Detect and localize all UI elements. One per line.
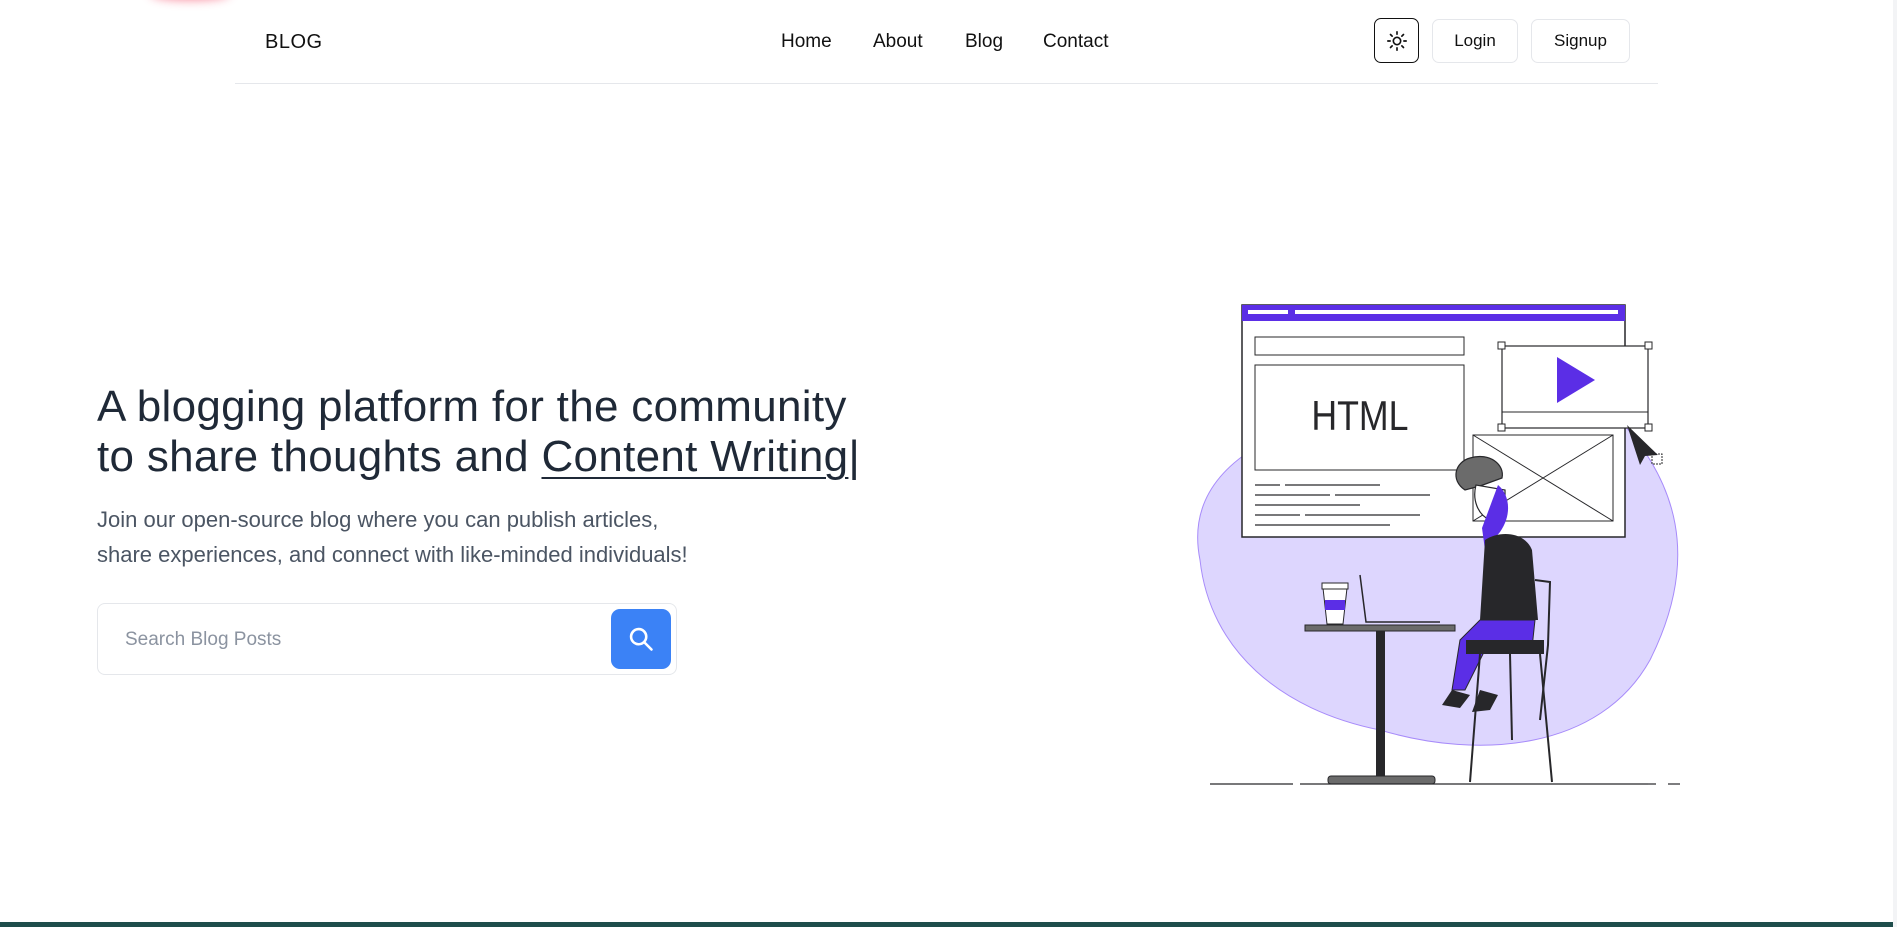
hero-typed-text: Content Writing <box>541 432 849 481</box>
hero-title-line2: to share thoughts and <box>97 432 542 481</box>
hero-subtitle: Join our open-source blog where you can … <box>97 502 737 572</box>
sun-icon <box>1386 30 1407 51</box>
bottom-accent-bar <box>0 922 1897 927</box>
nav-link-home[interactable]: Home <box>781 31 832 53</box>
search-input[interactable] <box>123 622 567 658</box>
typing-cursor: | <box>848 432 861 481</box>
search-button[interactable] <box>611 609 671 669</box>
scrollbar-track[interactable] <box>1893 0 1897 927</box>
html-label: HTML <box>1311 393 1408 439</box>
nav-link-about[interactable]: About <box>873 31 923 53</box>
nav-link-blog[interactable]: Blog <box>965 31 1003 53</box>
theme-toggle-button[interactable] <box>1374 18 1419 63</box>
login-button[interactable]: Login <box>1432 19 1518 63</box>
hero-title-line1: A blogging platform for the community <box>97 382 847 431</box>
search-bar <box>97 603 677 675</box>
hero-subtitle-line2: share experiences, and connect with like… <box>97 542 688 567</box>
hero-illustration: HTML <box>1197 304 1680 785</box>
navbar: BLOG Home About Blog Contact Login Signu… <box>235 0 1658 84</box>
hero-title: A blogging platform for the community to… <box>97 382 897 482</box>
signup-button[interactable]: Signup <box>1531 19 1630 63</box>
hero-subtitle-line1: Join our open-source blog where you can … <box>97 507 659 532</box>
brand-logo[interactable]: BLOG <box>265 31 323 54</box>
nav-link-contact[interactable]: Contact <box>1043 31 1108 53</box>
search-icon <box>629 627 653 651</box>
